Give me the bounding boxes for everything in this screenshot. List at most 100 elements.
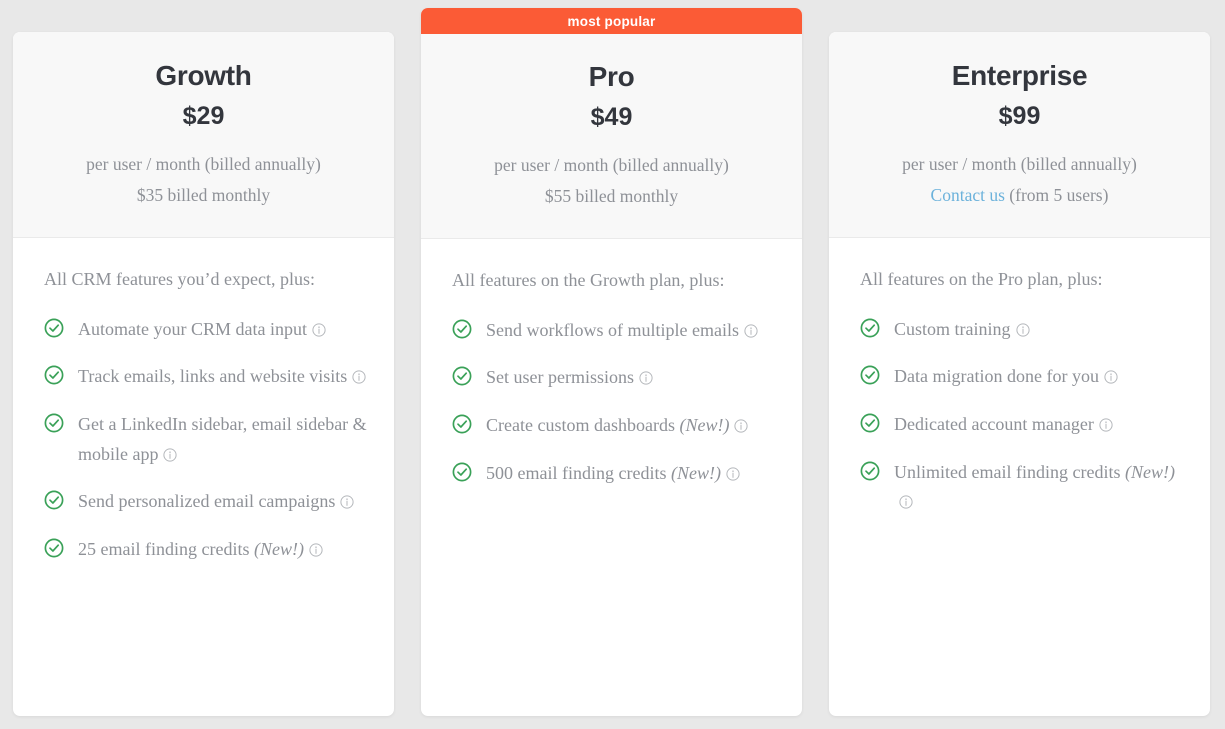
feature-list-growth: Automate your CRM data input Track emails… <box>44 315 368 564</box>
feature-text-main: Dedicated account manager <box>894 414 1094 434</box>
plan-name-enterprise: Enterprise <box>951 60 1088 91</box>
pricing-card-growth[interactable]: Growth $29 per user / month (billed annu… <box>13 32 394 716</box>
feature-label: Automate your CRM data input <box>78 315 326 345</box>
feature-list-enterprise: Custom training Data migration done for y… <box>860 315 1184 517</box>
card-body-pro: All features on the Growth plan, plus: S… <box>421 239 802 716</box>
feature-label: 500 email finding credits (New!) <box>486 459 740 489</box>
feature-label: Set user permissions <box>486 363 653 393</box>
feature-label: Send personalized email campaigns <box>78 487 355 517</box>
features-intro-pro: All features on the Growth plan, plus: <box>452 269 725 290</box>
feature-text-main: 500 email finding credits <box>486 462 667 483</box>
info-icon[interactable] <box>1104 364 1118 385</box>
feature-text-main: Set user permissions <box>486 367 634 388</box>
pricing-plans-row: Growth $29 per user / month (billed annu… <box>0 0 1225 729</box>
feature-item: Send personalized email campaigns <box>44 487 368 517</box>
feature-item: Custom training <box>860 315 1184 345</box>
contact-us-suffix: (from 5 users) <box>1004 185 1109 206</box>
most-popular-ribbon: most popular <box>421 8 802 34</box>
check-circle-icon <box>44 365 64 385</box>
info-icon[interactable] <box>163 442 178 462</box>
info-icon[interactable] <box>744 318 758 338</box>
feature-item: Data migration done for you <box>860 362 1184 392</box>
card-header-enterprise: Enterprise $99 per user / month (billed … <box>829 32 1210 238</box>
contact-us-link[interactable]: Contact us <box>931 185 1005 205</box>
feature-label: Send workflows of multiple emails <box>486 316 758 346</box>
card-header-growth: Growth $29 per user / month (billed annu… <box>13 32 394 238</box>
info-icon[interactable] <box>1015 317 1030 337</box>
feature-list-pro: Send workflows of multiple emails Set use… <box>452 316 776 488</box>
card-header-pro: Pro $49 per user / month (billed annuall… <box>421 34 802 239</box>
feature-label: Track emails, links and website visits <box>78 362 366 392</box>
billing-primary-growth: per user / month (billed annually) <box>86 154 321 175</box>
feature-item: Unlimited email finding credits (New!) <box>860 458 1184 517</box>
check-circle-icon <box>44 538 64 558</box>
plan-price-pro: $49 <box>590 102 633 131</box>
feature-text-main: Custom training <box>894 318 1011 339</box>
feature-item: 500 email finding credits (New!) <box>452 459 776 489</box>
info-icon[interactable] <box>352 364 366 385</box>
feature-new-badge: (New!) <box>670 462 721 483</box>
feature-text-main: Send personalized email campaigns <box>78 491 336 512</box>
plan-price-growth: $29 <box>182 101 225 130</box>
check-circle-icon <box>452 414 472 434</box>
info-icon[interactable] <box>1099 412 1113 432</box>
check-circle-icon <box>44 413 64 433</box>
check-circle-icon <box>44 318 64 338</box>
feature-text-main: Track emails, links and website visits <box>78 366 348 387</box>
feature-new-badge: (New!) <box>1124 461 1175 482</box>
feature-item: Send workflows of multiple emails <box>452 316 776 346</box>
billing-contact-enterprise: Contact us (from 5 users) <box>849 180 1190 211</box>
feature-label: Data migration done for you <box>894 362 1118 392</box>
info-icon[interactable] <box>726 461 740 481</box>
plan-name-growth: Growth <box>155 60 252 91</box>
features-intro-growth: All CRM features you’d expect, plus: <box>44 268 315 289</box>
feature-label: Get a LinkedIn sidebar, email sidebar & … <box>78 410 368 469</box>
pricing-card-enterprise[interactable]: Enterprise $99 per user / month (billed … <box>829 32 1210 716</box>
check-circle-icon <box>452 366 472 386</box>
feature-text-main: Send workflows of multiple emails <box>486 319 739 340</box>
feature-text-main: Data migration done for you <box>894 366 1099 387</box>
card-body-growth: All CRM features you’d expect, plus: Aut… <box>13 238 394 716</box>
check-circle-icon <box>860 413 880 433</box>
feature-item: Create custom dashboards (New!) <box>452 411 776 441</box>
feature-label: 25 email finding credits (New!) <box>78 535 323 565</box>
card-body-enterprise: All features on the Pro plan, plus: Cust… <box>829 238 1210 716</box>
feature-label: Dedicated account manager <box>894 410 1113 440</box>
feature-label: Custom training <box>894 315 1030 345</box>
check-circle-icon <box>452 462 472 482</box>
check-circle-icon <box>860 461 880 481</box>
features-intro-enterprise: All features on the Pro plan, plus: <box>860 268 1103 289</box>
feature-label: Create custom dashboards (New!) <box>486 411 749 441</box>
feature-item: Track emails, links and website visits <box>44 362 368 392</box>
plan-name-pro: Pro <box>588 61 635 92</box>
feature-text-main: Unlimited email finding credits <box>894 461 1121 482</box>
info-icon[interactable] <box>340 489 355 509</box>
check-circle-icon <box>860 365 880 385</box>
feature-item: 25 email finding credits (New!) <box>44 535 368 565</box>
feature-label: Unlimited email finding credits (New!) <box>894 458 1184 517</box>
feature-new-badge: (New!) <box>679 415 730 435</box>
feature-item: Automate your CRM data input <box>44 315 368 345</box>
billing-secondary-pro: $55 billed monthly <box>544 186 679 207</box>
billing-secondary-growth: $35 billed monthly <box>136 185 271 206</box>
info-icon[interactable] <box>734 413 749 433</box>
feature-text-main: Get a LinkedIn sidebar, email sidebar & … <box>78 414 367 464</box>
check-circle-icon <box>860 318 880 338</box>
feature-text-main: Automate your CRM data input <box>78 318 307 339</box>
check-circle-icon <box>44 490 64 510</box>
feature-item: Get a LinkedIn sidebar, email sidebar & … <box>44 410 368 469</box>
billing-primary-enterprise: per user / month (billed annually) <box>902 154 1137 175</box>
feature-item: Dedicated account manager <box>860 410 1184 440</box>
feature-new-badge: (New!) <box>253 538 304 559</box>
feature-item: Set user permissions <box>452 363 776 393</box>
info-icon[interactable] <box>309 537 323 557</box>
feature-text-main: 25 email finding credits <box>78 538 250 559</box>
check-circle-icon <box>452 319 472 339</box>
billing-primary-pro: per user / month (billed annually) <box>494 155 729 176</box>
plan-price-enterprise: $99 <box>998 101 1041 130</box>
info-icon[interactable] <box>899 489 913 509</box>
info-icon[interactable] <box>639 365 653 386</box>
feature-text-main: Create custom dashboards <box>486 415 675 435</box>
info-icon[interactable] <box>312 317 326 337</box>
pricing-card-pro[interactable]: most popular Pro $49 per user / month (b… <box>421 8 802 716</box>
